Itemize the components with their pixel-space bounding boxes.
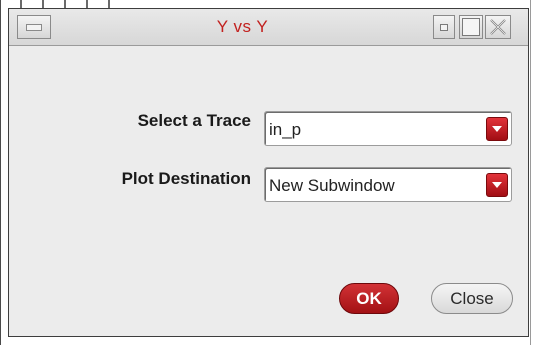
maximize-button[interactable] xyxy=(459,15,483,39)
menu-icon xyxy=(26,23,42,31)
background-tick xyxy=(64,0,66,8)
window-close-button[interactable] xyxy=(485,15,511,39)
background-tick xyxy=(20,0,22,8)
chevron-down-icon[interactable] xyxy=(486,173,508,197)
yvsy-dialog: Y vs Y Select a Trace in_p Plot Destinat… xyxy=(8,8,529,337)
close-button[interactable]: Close xyxy=(431,283,513,314)
background-tick xyxy=(42,0,44,8)
plot-destination-value: New Subwindow xyxy=(269,176,395,195)
plot-destination-label: Plot Destination xyxy=(121,169,251,188)
minimize-icon xyxy=(440,23,448,31)
select-trace-label: Select a Trace xyxy=(137,111,251,130)
ok-button[interactable]: OK xyxy=(339,283,399,314)
trace-select-value: in_p xyxy=(269,120,302,139)
plot-destination-select[interactable]: New Subwindow xyxy=(264,167,512,202)
background-border xyxy=(530,0,531,345)
chevron-down-icon[interactable] xyxy=(486,117,508,141)
window-title: Y vs Y xyxy=(216,17,269,36)
maximize-icon xyxy=(462,18,480,36)
trace-select[interactable]: in_p xyxy=(264,111,512,146)
background-tick xyxy=(86,0,88,8)
close-icon xyxy=(490,19,506,35)
title-bar[interactable]: Y vs Y xyxy=(9,9,528,46)
background-tick xyxy=(108,0,110,8)
background-border xyxy=(0,0,1,345)
window-menu-button[interactable] xyxy=(17,15,51,39)
background-window-edge xyxy=(0,0,552,8)
minimize-button[interactable] xyxy=(433,15,455,39)
